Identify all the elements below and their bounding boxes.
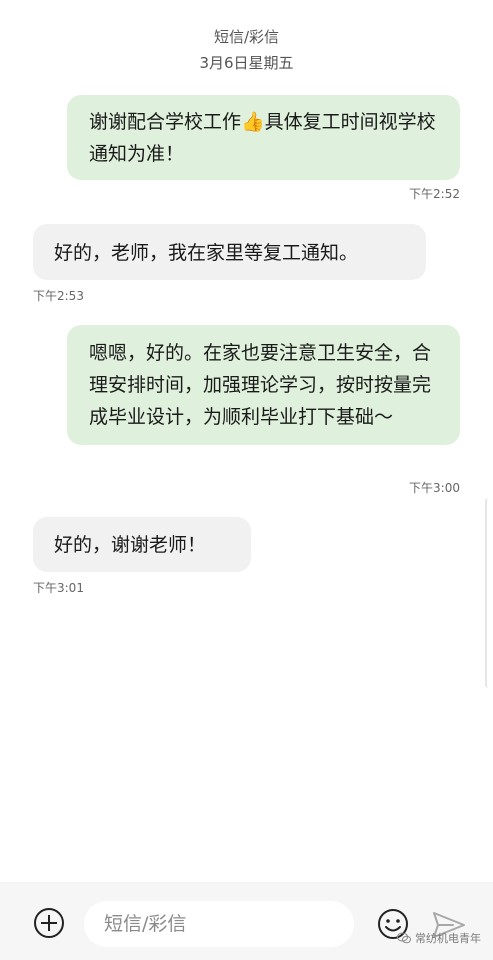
message-time: 下午3:01 (33, 581, 84, 595)
message-time: 下午3:00 (409, 481, 460, 495)
message-bubble-incoming[interactable]: 好的，老师，我在家里等复工通知。 (33, 224, 426, 280)
message-bubble-outgoing[interactable]: 谢谢配合学校工作👍具体复工时间视学校通知为准！ (67, 95, 460, 180)
conversation-header: 短信/彩信 3月6日星期五 (0, 26, 493, 78)
header-title: 短信/彩信 (213, 28, 280, 46)
message-input[interactable] (104, 901, 334, 947)
wechat-logo-icon (397, 932, 411, 944)
watermark-text: 常纺机电青年 (415, 932, 481, 945)
scroll-indicator[interactable] (485, 498, 493, 688)
composer-bar: 常纺机电青年 (0, 882, 493, 960)
message-bubble-outgoing[interactable]: 嗯嗯，好的。在家也要注意卫生安全，合理安排时间，加强理论学习，按时按量完成毕业设… (67, 325, 460, 445)
plus-circle-icon[interactable] (34, 908, 64, 938)
message-time: 下午2:52 (409, 187, 460, 201)
message-time: 下午2:53 (33, 289, 84, 303)
watermark: 常纺机电青年 (397, 930, 481, 946)
message-bubble-incoming[interactable]: 好的，谢谢老师！ (33, 517, 251, 572)
header-date: 3月6日星期五 (199, 54, 294, 72)
message-input-box[interactable] (84, 901, 354, 947)
